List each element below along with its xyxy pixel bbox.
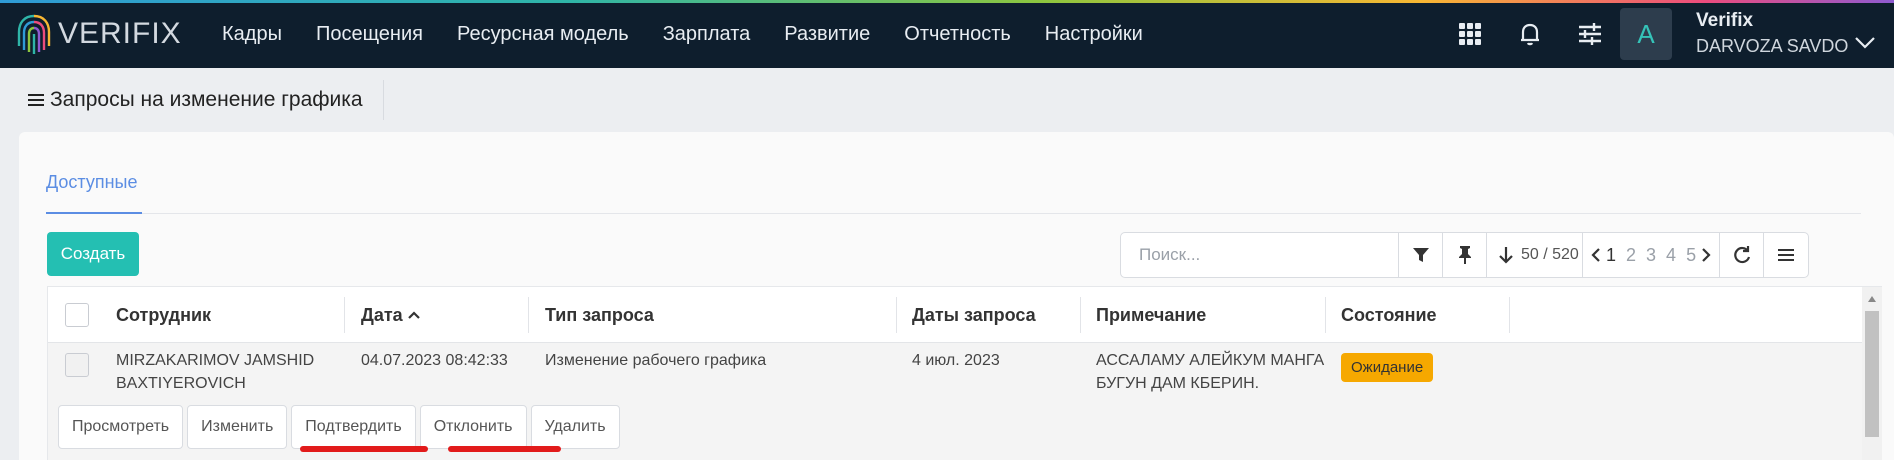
employee-name-line1: MIRZAKARIMOV JAMSHID <box>116 352 315 369</box>
page-3[interactable]: 3 <box>1646 245 1656 266</box>
main-menu: Кадры Посещения Ресурсная модель Зарплат… <box>222 0 1177 68</box>
content-card: Доступные Создать 50 / 520 1 2 3 4 5 <box>19 132 1894 460</box>
chevron-left-icon[interactable] <box>1591 247 1601 263</box>
edit-button[interactable]: Изменить <box>187 405 288 449</box>
brand-logo[interactable]: VERIFIX <box>16 12 182 56</box>
row-action-bar: Просмотреть Изменить Подтвердить Отклони… <box>58 405 624 449</box>
chevron-right-icon[interactable] <box>1701 247 1711 263</box>
column-header-date-label: Дата <box>361 304 403 325</box>
nav-item-development[interactable]: Развитие <box>784 23 870 46</box>
columns-menu-button[interactable] <box>1764 233 1808 277</box>
top-icon-group <box>1440 0 1620 68</box>
column-divider[interactable] <box>528 297 529 333</box>
tab-available[interactable]: Доступные <box>46 172 142 214</box>
refresh-button[interactable] <box>1720 233 1765 277</box>
page-title: Запросы на изменение графика <box>50 88 363 111</box>
grid-toolbar: 50 / 520 1 2 3 4 5 <box>1120 232 1810 278</box>
refresh-icon <box>1733 246 1750 264</box>
page-5[interactable]: 5 <box>1686 245 1696 266</box>
row-checkbox[interactable] <box>65 353 89 377</box>
column-header-status[interactable]: Состояние <box>1341 287 1437 343</box>
note-line1: АССАЛАМУ АЛЕЙКУМ МАНГА <box>1096 352 1325 369</box>
fingerprint-logo-icon <box>17 14 51 54</box>
cell-note: АССАЛАМУ АЛЕЙКУМ МАНГА БУГУН ДАМ КБЕРИН. <box>1096 349 1324 395</box>
organization-name: DARVOZA SAVDO <box>1696 36 1849 56</box>
rows-count: 50 / 520 <box>1521 246 1579 263</box>
user-menu[interactable]: Verifix DARVOZA SAVDO <box>1696 10 1848 57</box>
nav-item-reports[interactable]: Отчетность <box>904 23 1011 46</box>
tab-bar: Доступные <box>46 172 1861 214</box>
column-header-request-dates[interactable]: Даты запроса <box>912 287 1036 343</box>
table-header: Сотрудник Дата Тип запроса Даты запроса … <box>48 287 1862 343</box>
reject-underline-annotation <box>448 446 561 452</box>
column-divider[interactable] <box>1325 297 1326 333</box>
chevron-down-icon[interactable] <box>1854 36 1876 50</box>
scrollbar-thumb[interactable] <box>1865 311 1879 437</box>
reject-button[interactable]: Отклонить <box>419 405 527 449</box>
sort-ascending-icon <box>407 311 420 319</box>
view-button[interactable]: Просмотреть <box>58 405 184 449</box>
hamburger-menu-icon[interactable] <box>28 93 44 107</box>
approve-button[interactable]: Подтвердить <box>291 405 416 449</box>
column-divider[interactable] <box>1509 297 1510 333</box>
approve-underline-annotation <box>300 446 428 452</box>
pin-button[interactable] <box>1443 233 1487 277</box>
create-button[interactable]: Создать <box>47 232 139 276</box>
user-avatar[interactable]: A <box>1620 8 1672 60</box>
column-divider[interactable] <box>344 297 345 333</box>
page-header: Запросы на изменение графика <box>16 80 384 120</box>
nav-item-kadry[interactable]: Кадры <box>222 23 282 46</box>
cell-request-type: Изменение рабочего графика <box>545 352 767 369</box>
pagination: 1 2 3 4 5 <box>1583 233 1721 277</box>
nav-item-visits[interactable]: Посещения <box>316 23 423 46</box>
scroll-up-arrow-icon[interactable] <box>1867 295 1877 303</box>
column-header-employee[interactable]: Сотрудник <box>116 287 211 343</box>
apps-grid-icon[interactable] <box>1440 0 1500 68</box>
nav-item-salary[interactable]: Зарплата <box>663 23 751 46</box>
user-name: Verifix <box>1696 10 1754 31</box>
filter-button[interactable] <box>1399 233 1443 277</box>
top-navigation-bar: VERIFIX Кадры Посещения Ресурсная модель… <box>0 0 1894 68</box>
vertical-scrollbar[interactable] <box>1862 287 1882 460</box>
list-menu-icon <box>1778 249 1795 261</box>
requests-table: Сотрудник Дата Тип запроса Даты запроса … <box>47 286 1882 460</box>
nav-item-resource-model[interactable]: Ресурсная модель <box>457 23 629 46</box>
column-divider[interactable] <box>1080 297 1081 333</box>
note-line2: БУГУН ДАМ КБЕРИН. <box>1096 375 1260 392</box>
table-row[interactable]: MIRZAKARIMOV JAMSHID BAXTIYEROVICH 04.07… <box>48 343 1862 460</box>
sliders-icon[interactable] <box>1560 0 1620 68</box>
brand-name: VERIFIX <box>58 17 182 50</box>
pin-icon <box>1458 246 1471 264</box>
page-4[interactable]: 4 <box>1666 245 1676 266</box>
select-all-checkbox[interactable] <box>65 303 89 327</box>
nav-item-settings[interactable]: Настройки <box>1045 23 1143 46</box>
rows-per-page[interactable]: 50 / 520 <box>1487 233 1583 277</box>
cell-date: 04.07.2023 08:42:33 <box>361 352 508 369</box>
page-1[interactable]: 1 <box>1606 245 1616 266</box>
column-header-note[interactable]: Примечание <box>1096 287 1206 343</box>
column-header-request-type[interactable]: Тип запроса <box>545 287 654 343</box>
page-2[interactable]: 2 <box>1626 245 1636 266</box>
column-header-date[interactable]: Дата <box>361 287 420 343</box>
employee-name-line2: BAXTIYEROVICH <box>116 375 246 392</box>
filter-icon <box>1412 248 1429 262</box>
status-badge: Ожидание <box>1341 353 1434 382</box>
search-input[interactable] <box>1121 233 1399 277</box>
column-divider[interactable] <box>896 297 897 333</box>
bell-icon[interactable] <box>1500 0 1560 68</box>
cell-request-dates: 4 июл. 2023 <box>912 352 1000 369</box>
delete-button[interactable]: Удалить <box>530 405 620 449</box>
cell-employee: MIRZAKARIMOV JAMSHID BAXTIYEROVICH <box>116 349 314 395</box>
arrow-down-icon <box>1499 247 1513 264</box>
